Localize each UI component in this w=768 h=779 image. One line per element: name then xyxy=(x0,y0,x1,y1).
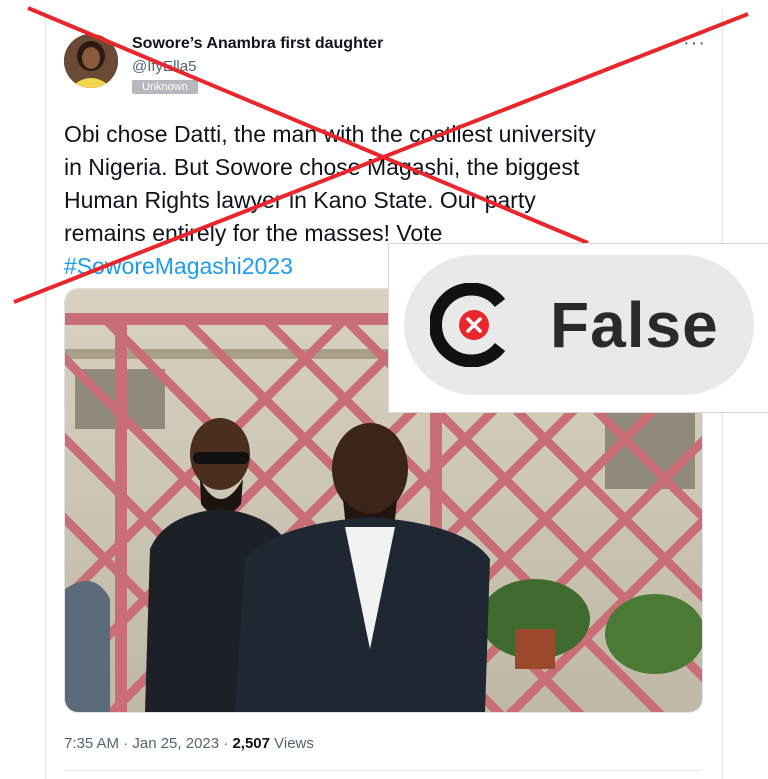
views-label: Views xyxy=(269,735,314,752)
avatar[interactable] xyxy=(64,34,118,88)
verdict-label: False xyxy=(550,289,719,361)
status-badge: Unknown xyxy=(132,80,198,94)
more-horizontal-icon[interactable]: ··· xyxy=(683,32,706,55)
timestamp[interactable]: 7:35 AM · Jan 25, 2023 · xyxy=(64,735,232,752)
false-rating-logo-icon xyxy=(429,282,514,368)
author-handle[interactable]: @IfyElla5 xyxy=(132,58,196,75)
author-display-name[interactable]: Sowore’s Anambra first daughter xyxy=(132,35,383,53)
tweet-text-line: in Nigeria. But Sowore chose Magashi, th… xyxy=(64,154,580,180)
tweet-meta: 7:35 AM · Jan 25, 2023 · 2,507 Views xyxy=(64,735,314,752)
tweet-text-line: Human Rights lawyer in Kano State. Our p… xyxy=(64,187,536,213)
views-count: 2,507 xyxy=(232,735,270,752)
divider xyxy=(64,770,701,771)
tweet-text-line: Obi chose Datti, the man with the costli… xyxy=(64,121,596,147)
